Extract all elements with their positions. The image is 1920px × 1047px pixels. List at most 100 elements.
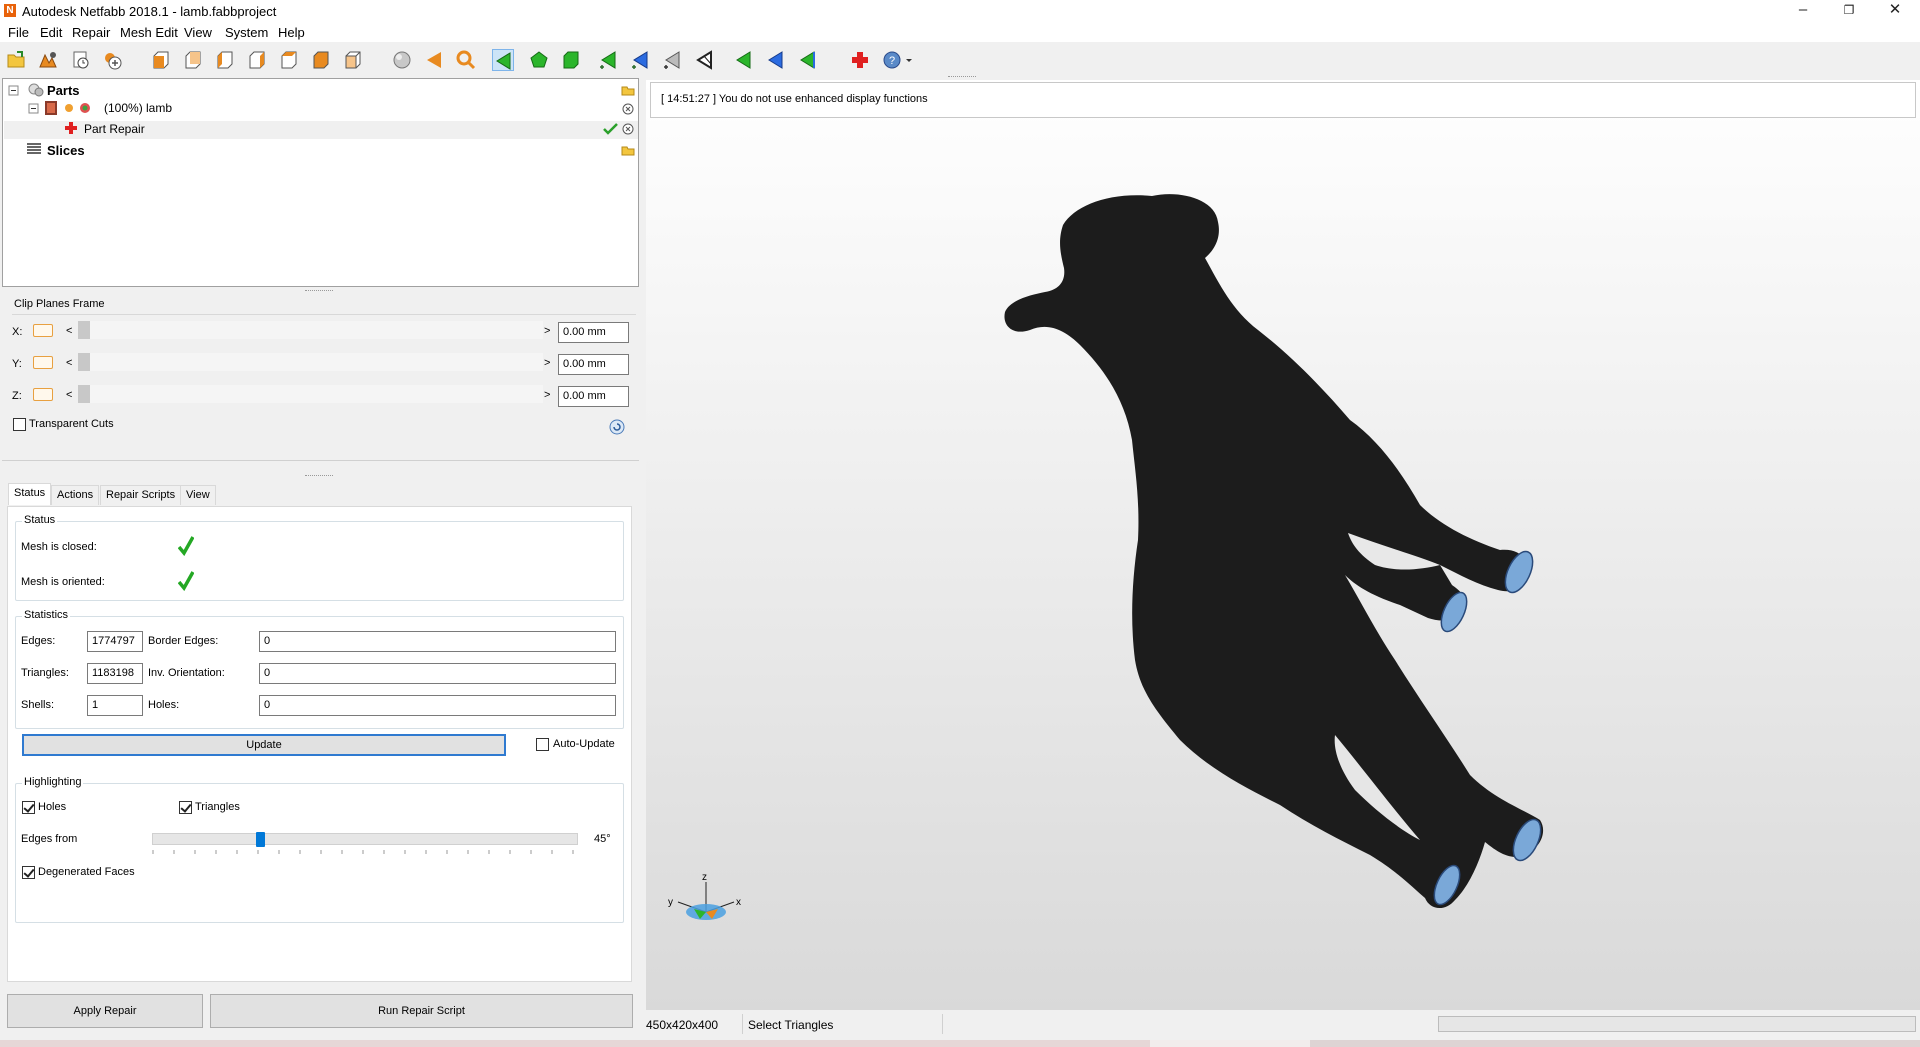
update-button[interactable]: Update (22, 734, 506, 756)
tab-view[interactable]: View (180, 485, 216, 505)
clip-x-right-arrow[interactable]: > (544, 325, 550, 337)
degenerated-faces-checkbox[interactable] (22, 866, 35, 879)
view-iso-icon[interactable] (342, 49, 364, 71)
shells-value[interactable]: 1 (87, 695, 143, 716)
menu-view[interactable]: View (184, 25, 212, 40)
collapse-parts-icon[interactable] (8, 84, 22, 98)
mesh-closed-label: Mesh is closed: (21, 541, 97, 553)
lamb-model[interactable] (646, 80, 1920, 1010)
view-back-icon[interactable] (182, 49, 204, 71)
nav-3-icon[interactable] (797, 49, 819, 71)
clip-z-value[interactable]: 0.00 mm (558, 386, 629, 407)
menu-repair[interactable]: Repair (72, 25, 110, 40)
menu-edit[interactable]: Edit (40, 25, 62, 40)
view-top-icon[interactable] (278, 49, 300, 71)
menu-help[interactable]: Help (278, 25, 305, 40)
nav-1-icon[interactable] (733, 49, 755, 71)
parts-label[interactable]: Parts (47, 83, 80, 98)
open-project-icon[interactable] (5, 49, 27, 71)
clip-x-label: X: (12, 326, 23, 338)
clip-z-slider[interactable] (78, 385, 543, 403)
axis-x-label: x (736, 897, 741, 908)
view-left-icon[interactable] (214, 49, 236, 71)
clip-x-left-arrow[interactable]: < (66, 325, 72, 337)
status-bar: 450x420x400 Select Triangles (646, 1010, 1920, 1040)
minimize-button[interactable]: – (1780, 0, 1826, 22)
holes-value[interactable]: 0 (259, 695, 616, 716)
transparent-cuts-checkbox[interactable] (13, 418, 26, 431)
clip-planes-caption: Clip Planes Frame (14, 298, 105, 310)
remove-part-icon[interactable] (622, 103, 634, 115)
splitter-grip-2[interactable] (305, 475, 333, 478)
close-button[interactable]: ✕ (1872, 0, 1918, 22)
add-parts-icon[interactable] (621, 84, 635, 96)
clip-y-slider[interactable] (78, 353, 543, 371)
triangles-value[interactable]: 1183198 (87, 663, 143, 684)
close-repair-icon[interactable] (622, 123, 634, 135)
view-right-icon[interactable] (246, 49, 268, 71)
triangles-checkbox[interactable] (179, 801, 192, 814)
select-triangle-icon[interactable] (492, 49, 514, 71)
zoom-icon[interactable] (455, 49, 477, 71)
view-front-icon[interactable] (150, 49, 172, 71)
auto-update-label: Auto-Update (553, 738, 615, 750)
part-label-lamb[interactable]: (100%) lamb (104, 101, 172, 115)
run-repair-script-button[interactable]: Run Repair Script (210, 994, 633, 1028)
view-bottom-icon[interactable] (310, 49, 332, 71)
clip-x-toggle[interactable] (33, 324, 53, 337)
progress-bar (1438, 1016, 1916, 1032)
menu-system[interactable]: System (225, 25, 268, 40)
clip-y-toggle[interactable] (33, 356, 53, 369)
border-edges-value[interactable]: 0 (259, 631, 616, 652)
netfabb-logo-icon: N (4, 4, 16, 17)
clip-y-left-arrow[interactable]: < (66, 357, 72, 369)
part-repair-label[interactable]: Part Repair (84, 122, 145, 136)
clip-planes-panel: Clip Planes Frame X: < > 0.00 mm Y: < > … (2, 294, 639, 464)
tab-actions[interactable]: Actions (51, 485, 100, 505)
menu-file[interactable]: File (8, 25, 29, 40)
clip-y-value[interactable]: 0.00 mm (558, 354, 629, 375)
select-mode-3-icon[interactable] (662, 49, 684, 71)
viewport-grip[interactable] (948, 76, 976, 78)
apply-check-icon[interactable] (603, 123, 619, 135)
select-mode-4-icon[interactable] (694, 49, 716, 71)
help-dropdown-icon[interactable]: ? (881, 49, 917, 71)
add-part-icon[interactable] (37, 49, 59, 71)
slices-label[interactable]: Slices (47, 143, 85, 158)
import-icon[interactable] (70, 49, 92, 71)
clip-y-right-arrow[interactable]: > (544, 357, 550, 369)
arrow-left-icon[interactable] (423, 49, 445, 71)
edges-value[interactable]: 1774797 (87, 631, 143, 652)
edges-from-slider[interactable] (152, 832, 578, 847)
3d-viewport[interactable]: z x y (646, 80, 1920, 1010)
inv-orientation-value[interactable]: 0 (259, 663, 616, 684)
vertical-splitter[interactable] (639, 78, 646, 1040)
tab-repair-scripts[interactable]: Repair Scripts (100, 485, 182, 505)
add-icon[interactable] (101, 49, 123, 71)
maximize-button[interactable]: ❐ (1826, 0, 1872, 22)
apply-repair-button[interactable]: Apply Repair (7, 994, 203, 1028)
reset-clip-icon[interactable] (608, 418, 626, 436)
sphere-icon[interactable] (391, 49, 413, 71)
repair-cross-icon[interactable] (849, 49, 871, 71)
clip-z-left-arrow[interactable]: < (66, 389, 72, 401)
clip-x-slider[interactable] (78, 321, 543, 339)
holes-checkbox[interactable] (22, 801, 35, 814)
clip-x-value[interactable]: 0.00 mm (558, 322, 629, 343)
edges-from-label: Edges from (21, 833, 78, 845)
select-mode-1-icon[interactable] (598, 49, 620, 71)
auto-update-checkbox[interactable] (536, 738, 549, 751)
clip-z-toggle[interactable] (33, 388, 53, 401)
tab-status[interactable]: Status (8, 483, 52, 505)
slider-ticks (152, 850, 574, 854)
nav-2-icon[interactable] (765, 49, 787, 71)
add-slices-icon[interactable] (621, 144, 635, 156)
select-shell-icon[interactable] (560, 49, 582, 71)
collapse-part-icon[interactable] (28, 103, 40, 115)
edges-from-slider-thumb[interactable] (256, 832, 265, 847)
select-mode-2-icon[interactable] (630, 49, 652, 71)
clip-z-right-arrow[interactable]: > (544, 389, 550, 401)
splitter-grip[interactable] (305, 290, 333, 293)
menu-mesh-edit[interactable]: Mesh Edit (120, 25, 178, 40)
select-surface-icon[interactable] (528, 49, 550, 71)
